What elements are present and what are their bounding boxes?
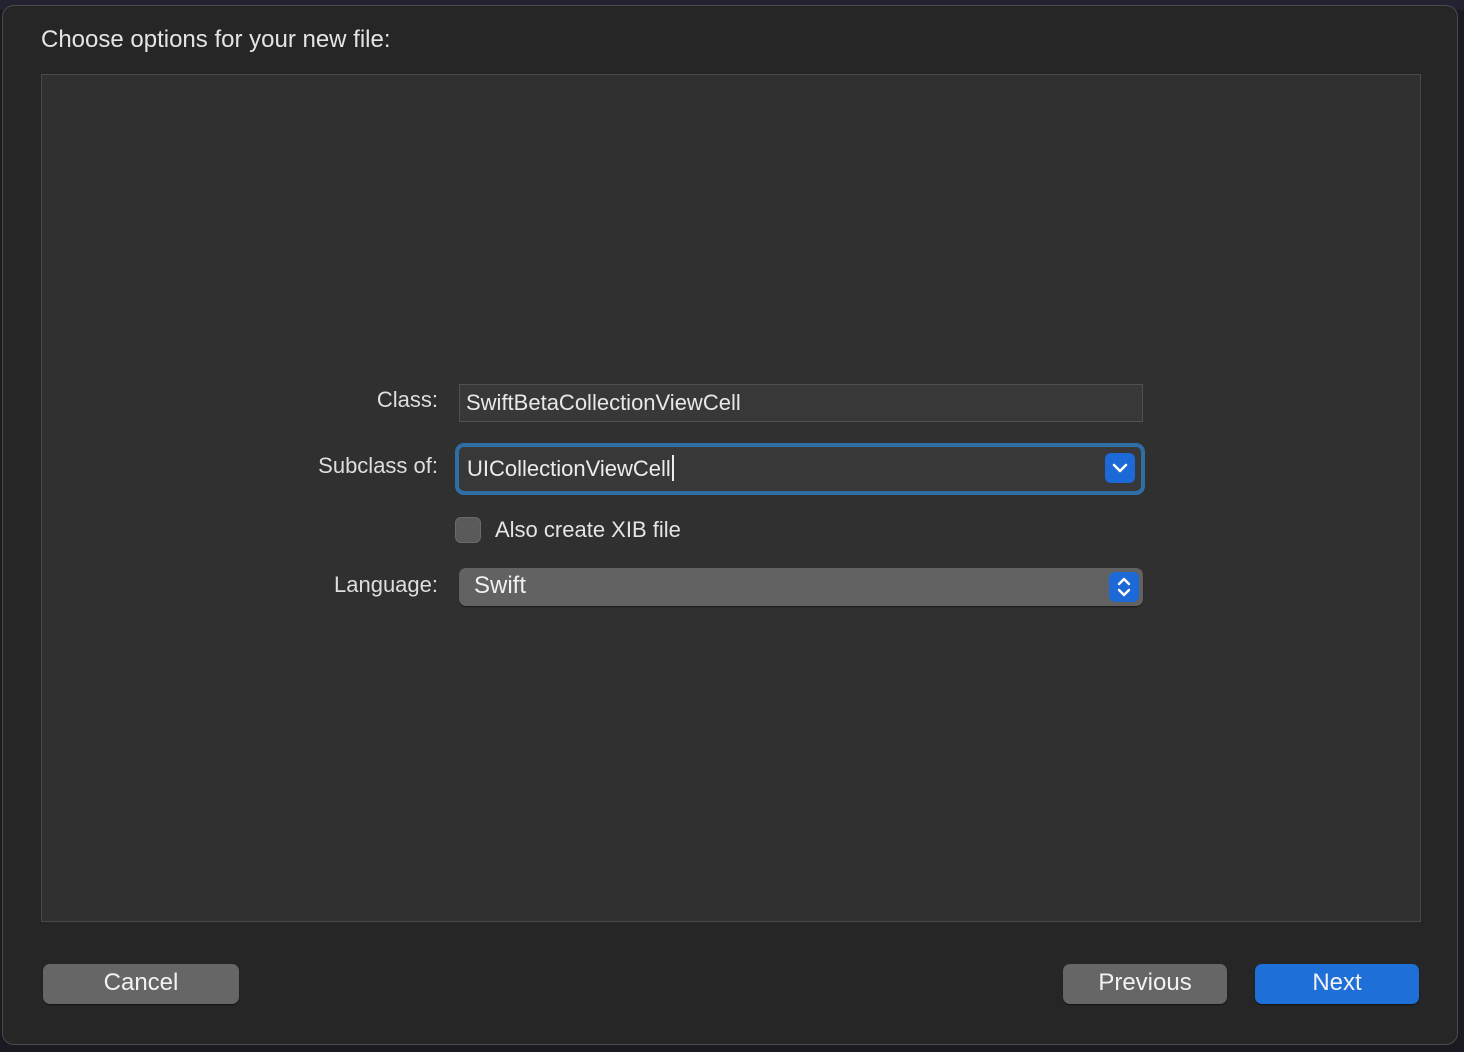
subclass-combo-box[interactable]: UICollectionViewCell xyxy=(455,443,1145,495)
language-popup-button[interactable]: Swift xyxy=(459,568,1143,606)
xib-checkbox[interactable] xyxy=(455,517,481,543)
xib-checkbox-label[interactable]: Also create XIB file xyxy=(495,517,681,543)
class-label: Class: xyxy=(376,387,438,412)
subclass-value: UICollectionViewCell xyxy=(467,456,671,481)
next-button[interactable]: Next xyxy=(1255,964,1419,1004)
language-value: Swift xyxy=(474,572,527,599)
chevron-down-icon xyxy=(1112,463,1128,473)
language-popup-arrows[interactable] xyxy=(1109,572,1139,602)
previous-button[interactable]: Previous xyxy=(1063,964,1227,1004)
text-caret xyxy=(671,455,674,481)
xib-checkbox-row[interactable]: Also create XIB file xyxy=(455,515,681,545)
class-name-value: SwiftBetaCollectionViewCell xyxy=(466,390,741,415)
class-name-field[interactable]: SwiftBetaCollectionViewCell xyxy=(459,384,1143,422)
subclass-label: Subclass of: xyxy=(318,453,438,478)
subclass-dropdown-button[interactable] xyxy=(1105,453,1135,483)
options-panel: Class: SwiftBetaCollectionViewCell Subcl… xyxy=(41,74,1421,922)
subclass-combo-text[interactable]: UICollectionViewCell xyxy=(467,452,674,486)
chevron-up-down-icon xyxy=(1117,577,1131,597)
sheet-title: Choose options for your new file: xyxy=(41,26,391,53)
new-file-options-sheet: Choose options for your new file: Class:… xyxy=(2,5,1458,1045)
language-label: Language: xyxy=(334,572,438,597)
cancel-button[interactable]: Cancel xyxy=(43,964,239,1004)
